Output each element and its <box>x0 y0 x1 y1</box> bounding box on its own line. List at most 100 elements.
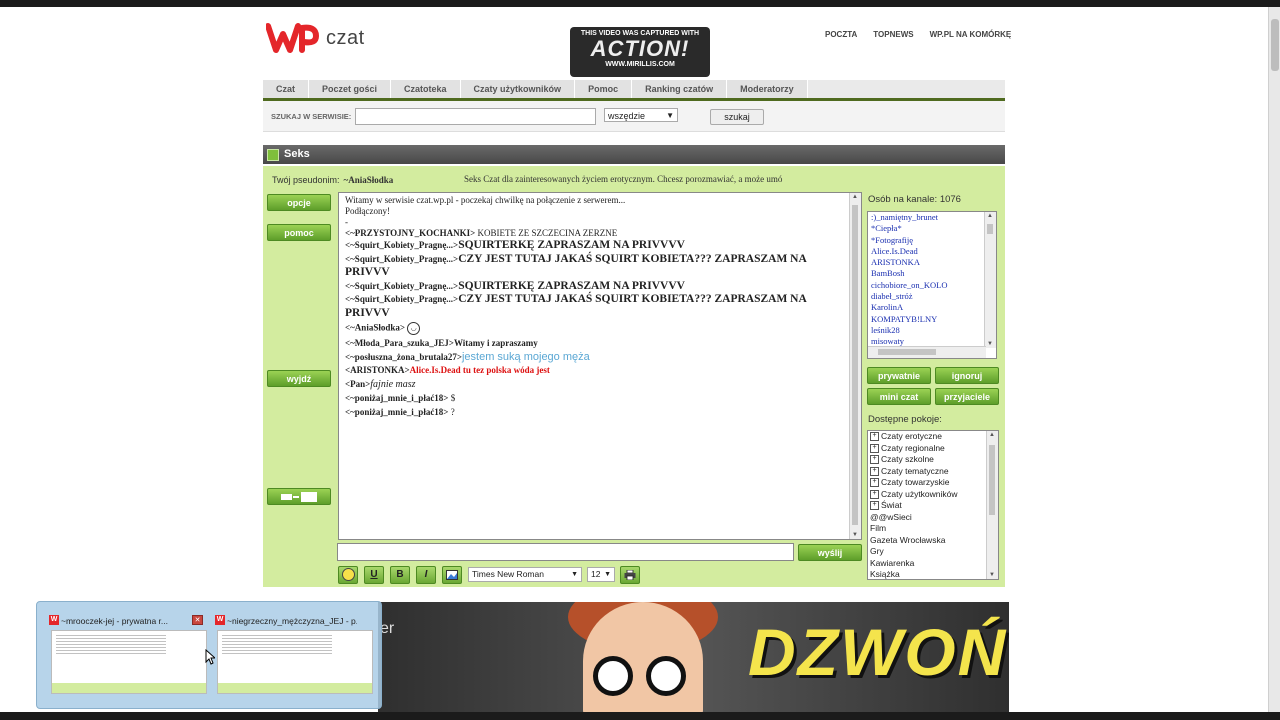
options-button[interactable]: opcje <box>267 194 331 211</box>
font-size-select[interactable]: 12 ▼ <box>587 567 615 582</box>
message-scrollbar[interactable]: ▲ ▼ <box>849 193 861 539</box>
room-category[interactable]: + Czaty towarzyskie <box>868 477 998 489</box>
italic-button[interactable]: I <box>416 566 436 584</box>
message-author[interactable]: <ARISTONKA> <box>345 365 410 375</box>
scrollbar-thumb[interactable] <box>852 205 858 525</box>
expand-icon[interactable]: + <box>870 455 879 465</box>
user-item[interactable]: diabeł_stróż <box>868 291 996 302</box>
nav-tab-czatoteka[interactable]: Czatoteka <box>391 80 461 98</box>
user-list[interactable]: :)_namiętny_brunet *Ciepła* *Fotografiję… <box>867 211 997 359</box>
message-author[interactable]: <~Squirt_Kobiety_Pragnę...> <box>345 294 458 304</box>
scroll-up-icon[interactable]: ▲ <box>852 194 858 200</box>
user-list-scrollbar[interactable]: ▲ ▼ <box>984 212 996 348</box>
wp-logo[interactable]: czat <box>266 22 365 54</box>
toplink-topnews[interactable]: TOPNEWS <box>873 30 913 39</box>
scroll-down-icon[interactable]: ▼ <box>987 341 993 347</box>
toggle-layout-button[interactable] <box>267 488 331 505</box>
close-icon[interactable]: ✕ <box>192 615 203 625</box>
toplink-mobile[interactable]: WP.PL NA KOMÓRKĘ <box>930 30 1012 39</box>
message-author[interactable]: <~poniżaj_mnie_i_płać18> <box>345 393 448 403</box>
room-item[interactable]: @@wSieci <box>868 512 998 524</box>
user-item[interactable]: *Ciepła* <box>868 223 996 234</box>
room-category[interactable]: + Czaty użytkowników <box>868 489 998 501</box>
room-list[interactable]: + Czaty erotyczne + Czaty regionalne + Czat… <box>867 430 999 580</box>
scrollbar-thumb[interactable] <box>1271 19 1279 71</box>
scroll-down-icon[interactable]: ▼ <box>989 572 995 578</box>
user-item[interactable]: :)_namiętny_brunet <box>868 212 996 223</box>
search-input[interactable] <box>355 108 596 125</box>
help-button[interactable]: pomoc <box>267 224 331 241</box>
friends-button[interactable]: przyjaciele <box>935 388 999 405</box>
private-chat-button[interactable]: prywatnie <box>867 367 931 384</box>
room-item[interactable]: Film <box>868 523 998 535</box>
scroll-up-icon[interactable]: ▲ <box>989 432 995 438</box>
room-item[interactable]: Kawiarenka <box>868 558 998 570</box>
taskbar-preview-window[interactable]: W ~mrooczek-jej - prywatna r... ✕ <box>49 612 207 696</box>
room-category[interactable]: + Świat <box>868 500 998 512</box>
room-item[interactable]: Gry <box>868 546 998 558</box>
message-author[interactable]: <~Squirt_Kobiety_Pragnę...> <box>345 240 458 250</box>
insert-image-button[interactable] <box>442 566 462 584</box>
room-category[interactable]: + Czaty regionalne <box>868 443 998 455</box>
user-item[interactable]: cichobiore_on_KOLO <box>868 280 996 291</box>
nav-tab-moderatorzy[interactable]: Moderatorzy <box>727 80 808 98</box>
nav-tab-poczet-gosci[interactable]: Poczet gości <box>309 80 392 98</box>
message-author[interactable]: <Pan> <box>345 379 370 389</box>
underline-button[interactable]: U <box>364 566 384 584</box>
nav-tab-pomoc[interactable]: Pomoc <box>575 80 633 98</box>
nav-tab-czat[interactable]: Czat <box>263 80 310 98</box>
scroll-up-icon[interactable]: ▲ <box>987 213 993 219</box>
font-family-select[interactable]: Times New Roman ▼ <box>468 567 582 582</box>
user-item[interactable]: *Fotografiję <box>868 235 996 246</box>
user-item[interactable]: KOMPATYB!LNY <box>868 314 996 325</box>
scrollbar-thumb[interactable] <box>987 224 993 234</box>
nav-tab-ranking[interactable]: Ranking czatów <box>632 80 728 98</box>
nav-tab-czaty-uzytkownikow[interactable]: Czaty użytkowników <box>460 80 576 98</box>
ad-banner[interactable]: er DZWOŃ! <box>378 602 1009 712</box>
room-category[interactable]: + Czaty tematyczne <box>868 466 998 478</box>
user-item[interactable]: ARISTONKA <box>868 257 996 268</box>
scrollbar-thumb[interactable] <box>989 445 995 515</box>
room-item[interactable]: Książka <box>868 569 998 579</box>
ignore-button[interactable]: ignoruj <box>935 367 999 384</box>
message-author[interactable]: <~PRZYSTOJNY_KOCHANKI> <box>345 228 475 238</box>
send-button[interactable]: wyślij <box>798 544 862 561</box>
message-author[interactable]: <~poniżaj_mnie_i_płać18> <box>345 407 448 417</box>
message-author[interactable]: <~AniaSłodka> <box>345 323 405 333</box>
message-author[interactable]: <~Squirt_Kobiety_Pragnę...> <box>345 281 458 291</box>
expand-icon[interactable]: + <box>870 443 879 453</box>
message-author[interactable]: <~posłuszna_żona_brutala27> <box>345 352 462 362</box>
expand-icon[interactable]: + <box>870 432 879 442</box>
message-area[interactable]: Witamy w serwisie czat.wp.pl - poczekaj … <box>338 192 862 540</box>
expand-icon[interactable]: + <box>870 489 879 499</box>
room-category[interactable]: + Czaty szkolne <box>868 454 998 466</box>
smiley-icon: ◡ <box>407 322 421 335</box>
user-list-hscrollbar[interactable] <box>868 346 986 358</box>
page-scrollbar[interactable] <box>1268 7 1280 712</box>
search-button[interactable]: szukaj <box>710 109 764 125</box>
user-item[interactable]: BamBosh <box>868 268 996 279</box>
user-item[interactable]: KarolinA <box>868 302 996 313</box>
scrollbar-thumb[interactable] <box>878 349 936 355</box>
toplink-poczta[interactable]: POCZTA <box>825 30 857 39</box>
room-item[interactable]: Gazeta Wrocławska <box>868 535 998 547</box>
expand-icon[interactable]: + <box>870 466 879 476</box>
room-category[interactable]: + Czaty erotyczne <box>868 431 998 443</box>
print-button[interactable] <box>620 566 640 584</box>
message-author[interactable]: <~Squirt_Kobiety_Pragnę...> <box>345 254 458 264</box>
message-input[interactable] <box>337 543 794 561</box>
user-item[interactable]: leśnik28 <box>868 325 996 336</box>
expand-icon[interactable]: + <box>870 478 879 488</box>
room-list-scrollbar[interactable]: ▲ ▼ <box>986 431 998 579</box>
bold-button[interactable]: B <box>390 566 410 584</box>
user-item[interactable]: Alice.Is.Dead <box>868 246 996 257</box>
scroll-down-icon[interactable]: ▼ <box>852 532 858 538</box>
search-scope-select[interactable]: wszędzie ▼ <box>604 108 678 122</box>
preview-toolbar <box>52 683 206 693</box>
exit-button[interactable]: wyjdź <box>267 370 331 387</box>
taskbar-preview-window[interactable]: W ~niegrzeczny_mężczyzna_JEJ - p... <box>215 612 373 696</box>
expand-icon[interactable]: + <box>870 501 879 511</box>
message-author[interactable]: <~Młoda_Para_szuka_JEJ> <box>345 338 454 348</box>
emoticon-button[interactable] <box>338 566 358 584</box>
mini-chat-button[interactable]: mini czat <box>867 388 931 405</box>
